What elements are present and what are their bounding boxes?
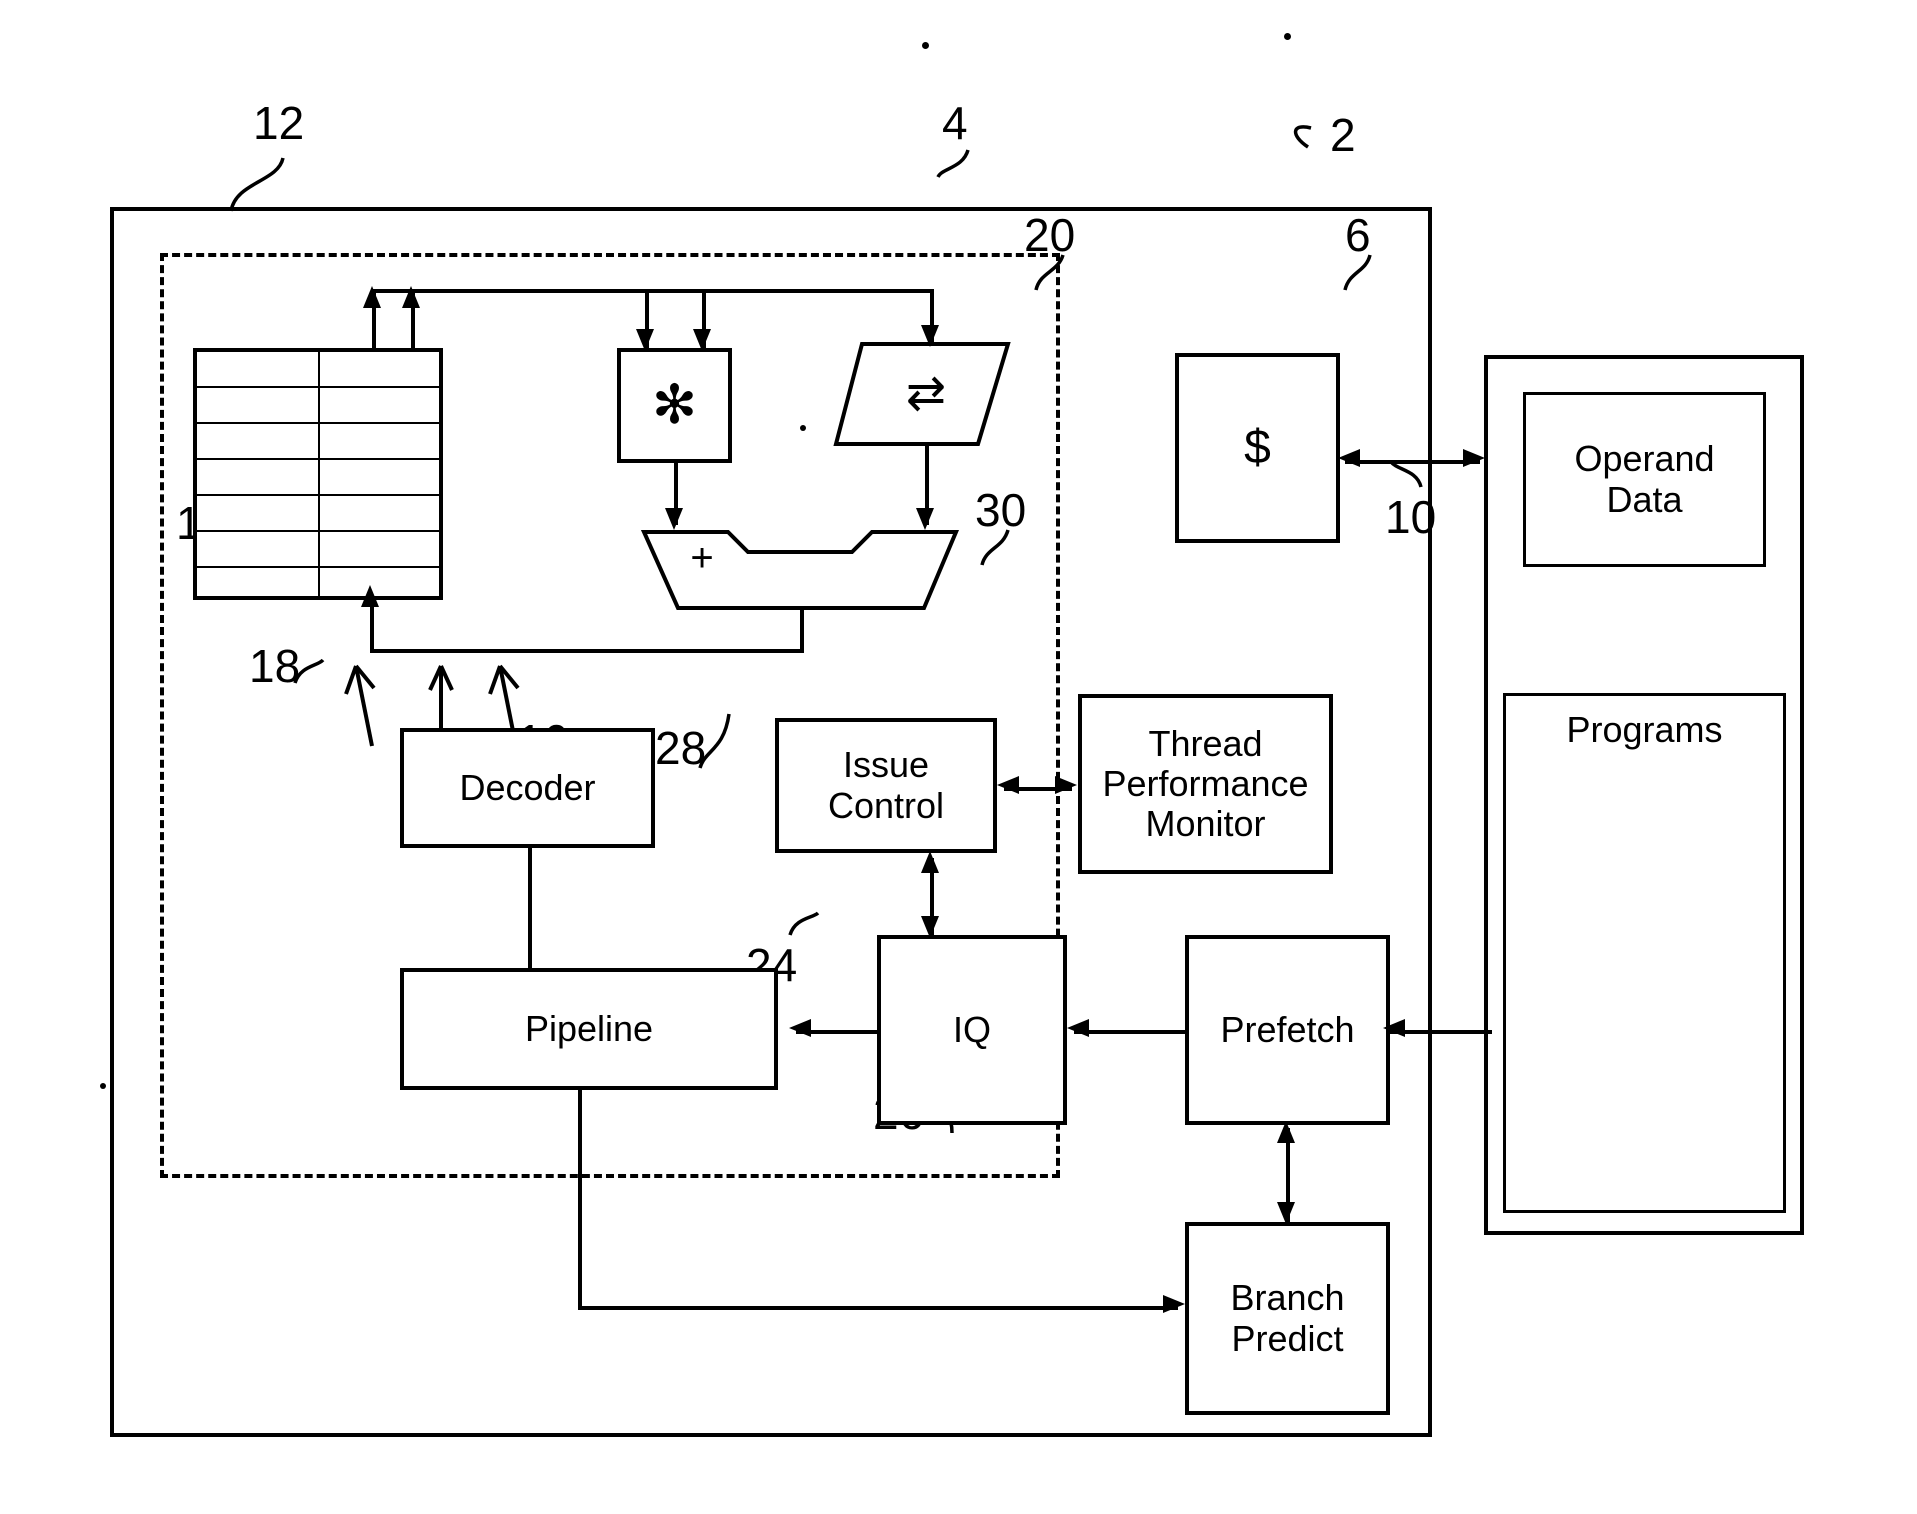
- ref-2: 2: [1330, 109, 1356, 161]
- multiplier-symbol: ✻: [651, 375, 698, 436]
- pipeline-bp-horizontal: [578, 1306, 1178, 1310]
- regfile-feedback-arrow: [361, 585, 379, 607]
- prefetch-bp-arrow-up: [1277, 1121, 1295, 1143]
- page-speck: [100, 1083, 106, 1089]
- shift-result-arrow: [916, 508, 934, 530]
- ref-4: 4: [942, 97, 968, 149]
- thread-performance-monitor-block[interactable]: Thread Performance Monitor: [1078, 694, 1333, 874]
- regfile-write-arrow-a: [363, 286, 381, 308]
- ref-12: 12: [253, 97, 305, 149]
- issue-iq-arrow-up: [921, 851, 939, 873]
- cache-label: $: [1244, 421, 1271, 475]
- pipeline-bp-vertical: [578, 1090, 582, 1306]
- branch-predict-label: Branch Predict: [1230, 1277, 1345, 1359]
- memory-prefetch-arrow: [1383, 1019, 1405, 1037]
- mul-result-arrow: [665, 508, 683, 530]
- decoder-block[interactable]: Decoder: [400, 728, 655, 848]
- iq-block[interactable]: IQ: [877, 935, 1067, 1125]
- page-speck: [800, 425, 806, 431]
- programs-title: Programs: [1566, 709, 1723, 750]
- issue-control-label: Issue Control: [827, 744, 945, 826]
- prefetch-iq-arrow: [1067, 1019, 1089, 1037]
- prefetch-bp-arrow-down: [1277, 1202, 1295, 1224]
- writeback-bus: [372, 289, 932, 293]
- prefetch-block[interactable]: Prefetch: [1185, 935, 1390, 1125]
- shifter-symbol: ⇄: [905, 367, 947, 420]
- page-speck: [1284, 33, 1291, 40]
- prefetch-label: Prefetch: [1220, 1008, 1355, 1050]
- cache-memory-arrow-left: [1338, 449, 1360, 467]
- cache-memory-link: [1345, 460, 1480, 464]
- issue-tpm-arrow-left: [997, 776, 1019, 794]
- mul-operand-arrow-b: [693, 329, 711, 351]
- issue-tpm-arrow-right: [1055, 776, 1077, 794]
- page-speck: [922, 42, 929, 49]
- pipeline-label: Pipeline: [524, 1007, 654, 1049]
- regfile-feedback-line: [370, 600, 374, 653]
- operand-data-label: Operand Data: [1574, 438, 1715, 520]
- cache-memory-arrow-right: [1463, 449, 1485, 467]
- adder-symbol: +: [690, 535, 714, 580]
- programs-block: Programs Thread Ø Thread 1 Thread 2: [1503, 693, 1786, 1213]
- prefetch-iq-link: [1074, 1030, 1185, 1034]
- pipeline-bp-arrow: [1163, 1295, 1185, 1313]
- register-file: [193, 348, 443, 600]
- multiplier-unit: ✻: [617, 348, 732, 463]
- branch-predict-block[interactable]: Branch Predict: [1185, 1222, 1390, 1415]
- cache-block[interactable]: $: [1175, 353, 1340, 543]
- regfile-write-arrow-b: [402, 286, 420, 308]
- iq-pipeline-arrow: [789, 1019, 811, 1037]
- figure-canvas: 12 4 2 20 6 8 10 14 30 18 16 28 22 24 26: [0, 0, 1917, 1514]
- adder-feedback-line: [370, 649, 804, 653]
- decoder-pipeline-link: [528, 848, 532, 970]
- thread-performance-monitor-label: Thread Performance Monitor: [1102, 722, 1309, 845]
- shift-operand-arrow: [921, 325, 939, 347]
- decoder-label: Decoder: [459, 766, 596, 808]
- iq-label: IQ: [952, 1008, 991, 1050]
- pipeline-block[interactable]: Pipeline: [400, 968, 778, 1090]
- issue-control-block[interactable]: Issue Control: [775, 718, 997, 853]
- mul-operand-arrow-a: [636, 329, 654, 351]
- memory-prefetch-link: [1390, 1030, 1492, 1034]
- adder-out-line: [800, 608, 804, 653]
- operand-data-block[interactable]: Operand Data: [1523, 392, 1766, 567]
